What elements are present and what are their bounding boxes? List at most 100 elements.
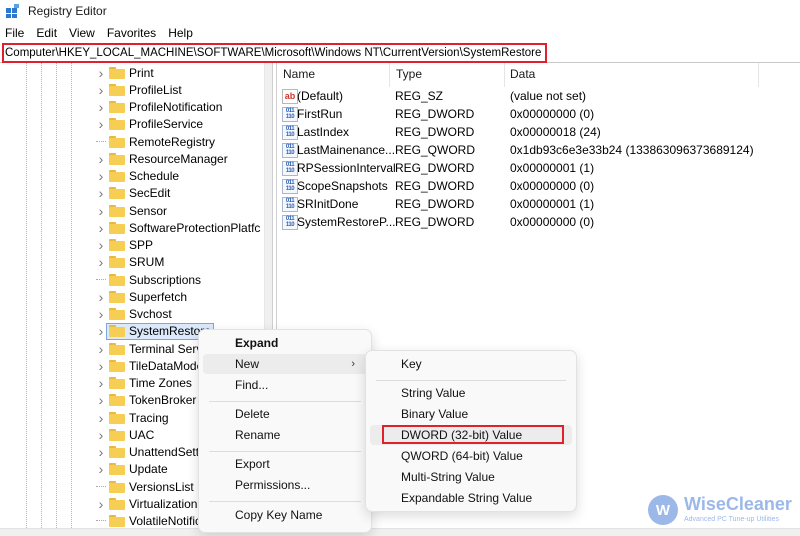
expand-chevron-icon[interactable]: ›	[96, 357, 106, 374]
tree-item[interactable]: › Update	[96, 461, 171, 478]
tree-item-content[interactable]: ProfileService	[106, 116, 206, 133]
tree-item-content[interactable]: Terminal Serv	[106, 340, 205, 357]
value-row[interactable]: ab (Default) REG_SZ (value not set)	[278, 87, 798, 105]
expand-chevron-icon[interactable]: ›	[96, 495, 106, 512]
tree-item-content[interactable]: Sensor	[106, 202, 170, 219]
expand-chevron-icon[interactable]: ›	[96, 288, 106, 305]
tree-item-content[interactable]: Svchost	[106, 306, 175, 323]
submenu-item-binary-value[interactable]: Binary Value	[370, 404, 572, 424]
tree-item[interactable]: › SPP	[96, 237, 156, 254]
column-separator[interactable]	[758, 63, 759, 87]
expand-chevron-icon[interactable]: ›	[96, 409, 106, 426]
tree-item[interactable]: RemoteRegistry	[96, 133, 218, 150]
expand-chevron-icon[interactable]: ›	[96, 375, 106, 392]
menu-view[interactable]: View	[63, 26, 101, 40]
value-row[interactable]: 011 110 SRInitDone REG_DWORD 0x00000001 (1)	[278, 195, 798, 213]
address-bar[interactable]: Computer\HKEY_LOCAL_MACHINE\SOFTWARE\Mic…	[0, 42, 800, 63]
tree-item[interactable]: › TileDataMode	[96, 357, 206, 374]
expand-chevron-icon[interactable]: ›	[96, 219, 106, 236]
tree-item-content[interactable]: ProfileNotification	[106, 99, 225, 116]
value-row[interactable]: 011 110 LastIndex REG_DWORD 0x00000018 (24)	[278, 123, 798, 141]
menu-item-find[interactable]: Find...	[203, 375, 367, 395]
expand-chevron-icon[interactable]: ›	[96, 168, 106, 185]
expand-chevron-icon[interactable]: ›	[96, 150, 106, 167]
tree-item[interactable]: › Schedule	[96, 168, 182, 185]
tree-item[interactable]: › Time Zones	[96, 375, 195, 392]
tree-item[interactable]: › Svchost	[96, 306, 175, 323]
tree-item[interactable]: › UnattendSett	[96, 444, 202, 461]
tree-item[interactable]: › UAC	[96, 426, 157, 443]
value-row[interactable]: 011 110 RPSessionInterval REG_DWORD 0x000000…	[278, 159, 798, 177]
tree-item[interactable]: › Sensor	[96, 202, 170, 219]
menu-item-expand[interactable]: Expand	[203, 333, 367, 353]
expand-chevron-icon[interactable]: ›	[96, 340, 106, 357]
submenu-item-expandable-string-value[interactable]: Expandable String Value	[370, 488, 572, 508]
submenu-item-qword-value[interactable]: QWORD (64-bit) Value	[370, 446, 572, 466]
expand-chevron-icon[interactable]: ›	[96, 323, 106, 340]
expand-chevron-icon[interactable]: ›	[96, 81, 106, 98]
tree-item-content[interactable]: Superfetch	[106, 288, 190, 305]
tree-item[interactable]: › ProfileService	[96, 116, 206, 133]
expand-chevron-icon[interactable]: ›	[96, 237, 106, 254]
value-row[interactable]: 011 110 LastMainenance... REG_QWORD 0x1db93c…	[278, 141, 798, 159]
submenu-item-key[interactable]: Key	[370, 354, 572, 374]
tree-item-content[interactable]: ResourceManager	[106, 150, 231, 167]
tree-item-content[interactable]: RemoteRegistry	[106, 133, 218, 150]
tree-item[interactable]: › Superfetch	[96, 288, 190, 305]
tree-item[interactable]: › SRUM	[96, 254, 167, 271]
tree-item-content[interactable]: TokenBroker	[106, 392, 199, 409]
tree-item-content[interactable]: VolatileNotific	[106, 513, 204, 528]
tree-item[interactable]: › Terminal Serv	[96, 340, 205, 357]
menu-item-new[interactable]: New ›	[203, 354, 367, 374]
tree-item[interactable]: › ProfileNotification	[96, 99, 225, 116]
menu-file[interactable]: File	[0, 26, 30, 40]
tree-item[interactable]: › TokenBroker	[96, 392, 199, 409]
expand-chevron-icon[interactable]: ›	[96, 64, 106, 81]
tree-item[interactable]: › Virtualization	[96, 495, 200, 512]
tree-item[interactable]: › Tracing	[96, 409, 172, 426]
tree-item-content[interactable]: Tracing	[106, 409, 172, 426]
tree-item-content[interactable]: ProfileList	[106, 81, 185, 98]
column-separator[interactable]	[389, 63, 390, 87]
value-row[interactable]: 011 110 SystemRestoreP... REG_DWORD 0x000000…	[278, 213, 798, 231]
tree-item-content[interactable]: SecEdit	[106, 185, 173, 202]
expand-chevron-icon[interactable]: ›	[96, 461, 106, 478]
tree-item-content[interactable]: Schedule	[106, 168, 182, 185]
tree-item[interactable]: › SecEdit	[96, 185, 173, 202]
menu-help[interactable]: Help	[162, 26, 199, 40]
expand-chevron-icon[interactable]: ›	[96, 116, 106, 133]
expand-chevron-icon[interactable]: ›	[96, 306, 106, 323]
tree-item[interactable]: › ProfileList	[96, 81, 185, 98]
menu-favorites[interactable]: Favorites	[101, 26, 162, 40]
menu-item-permissions[interactable]: Permissions...	[203, 475, 367, 495]
menu-item-delete[interactable]: Delete	[203, 404, 367, 424]
tree-item[interactable]: › SystemRestore	[96, 322, 215, 340]
value-row[interactable]: 011 110 ScopeSnapshots REG_DWORD 0x00000000 …	[278, 177, 798, 195]
menu-item-copy-key-name[interactable]: Copy Key Name	[203, 505, 367, 525]
menu-item-rename[interactable]: Rename	[203, 425, 367, 445]
tree-item-content[interactable]: Update	[106, 461, 171, 478]
tree-item[interactable]: VersionsList	[96, 478, 197, 495]
menu-edit[interactable]: Edit	[30, 26, 63, 40]
submenu-item-multi-string-value[interactable]: Multi-String Value	[370, 467, 572, 487]
expand-chevron-icon[interactable]: ›	[96, 202, 106, 219]
tree-item-content[interactable]: SPP	[106, 237, 156, 254]
expand-chevron-icon[interactable]: ›	[96, 444, 106, 461]
tree-item[interactable]: › SoftwareProtectionPlatfc	[96, 219, 263, 236]
tree-item-content[interactable]: Print	[106, 64, 157, 81]
menu-item-export[interactable]: Export	[203, 454, 367, 474]
expand-chevron-icon[interactable]: ›	[96, 99, 106, 116]
value-row[interactable]: 011 110 FirstRun REG_DWORD 0x00000000 (0)	[278, 105, 798, 123]
tree-item[interactable]: › Print	[96, 64, 157, 81]
tree-item-content[interactable]: UAC	[106, 426, 157, 443]
column-header-data[interactable]: Data	[510, 67, 535, 85]
expand-chevron-icon[interactable]: ›	[96, 254, 106, 271]
tree-item-content[interactable]: SRUM	[106, 254, 167, 271]
column-header-name[interactable]: Name	[283, 67, 315, 85]
address-path[interactable]: Computer\HKEY_LOCAL_MACHINE\SOFTWARE\Mic…	[2, 43, 548, 63]
tree-item-content[interactable]: SoftwareProtectionPlatfc	[106, 219, 263, 236]
tree-item[interactable]: VolatileNotific	[96, 513, 204, 528]
expand-chevron-icon[interactable]: ›	[96, 392, 106, 409]
submenu-item-string-value[interactable]: String Value	[370, 383, 572, 403]
column-header-type[interactable]: Type	[396, 67, 422, 85]
